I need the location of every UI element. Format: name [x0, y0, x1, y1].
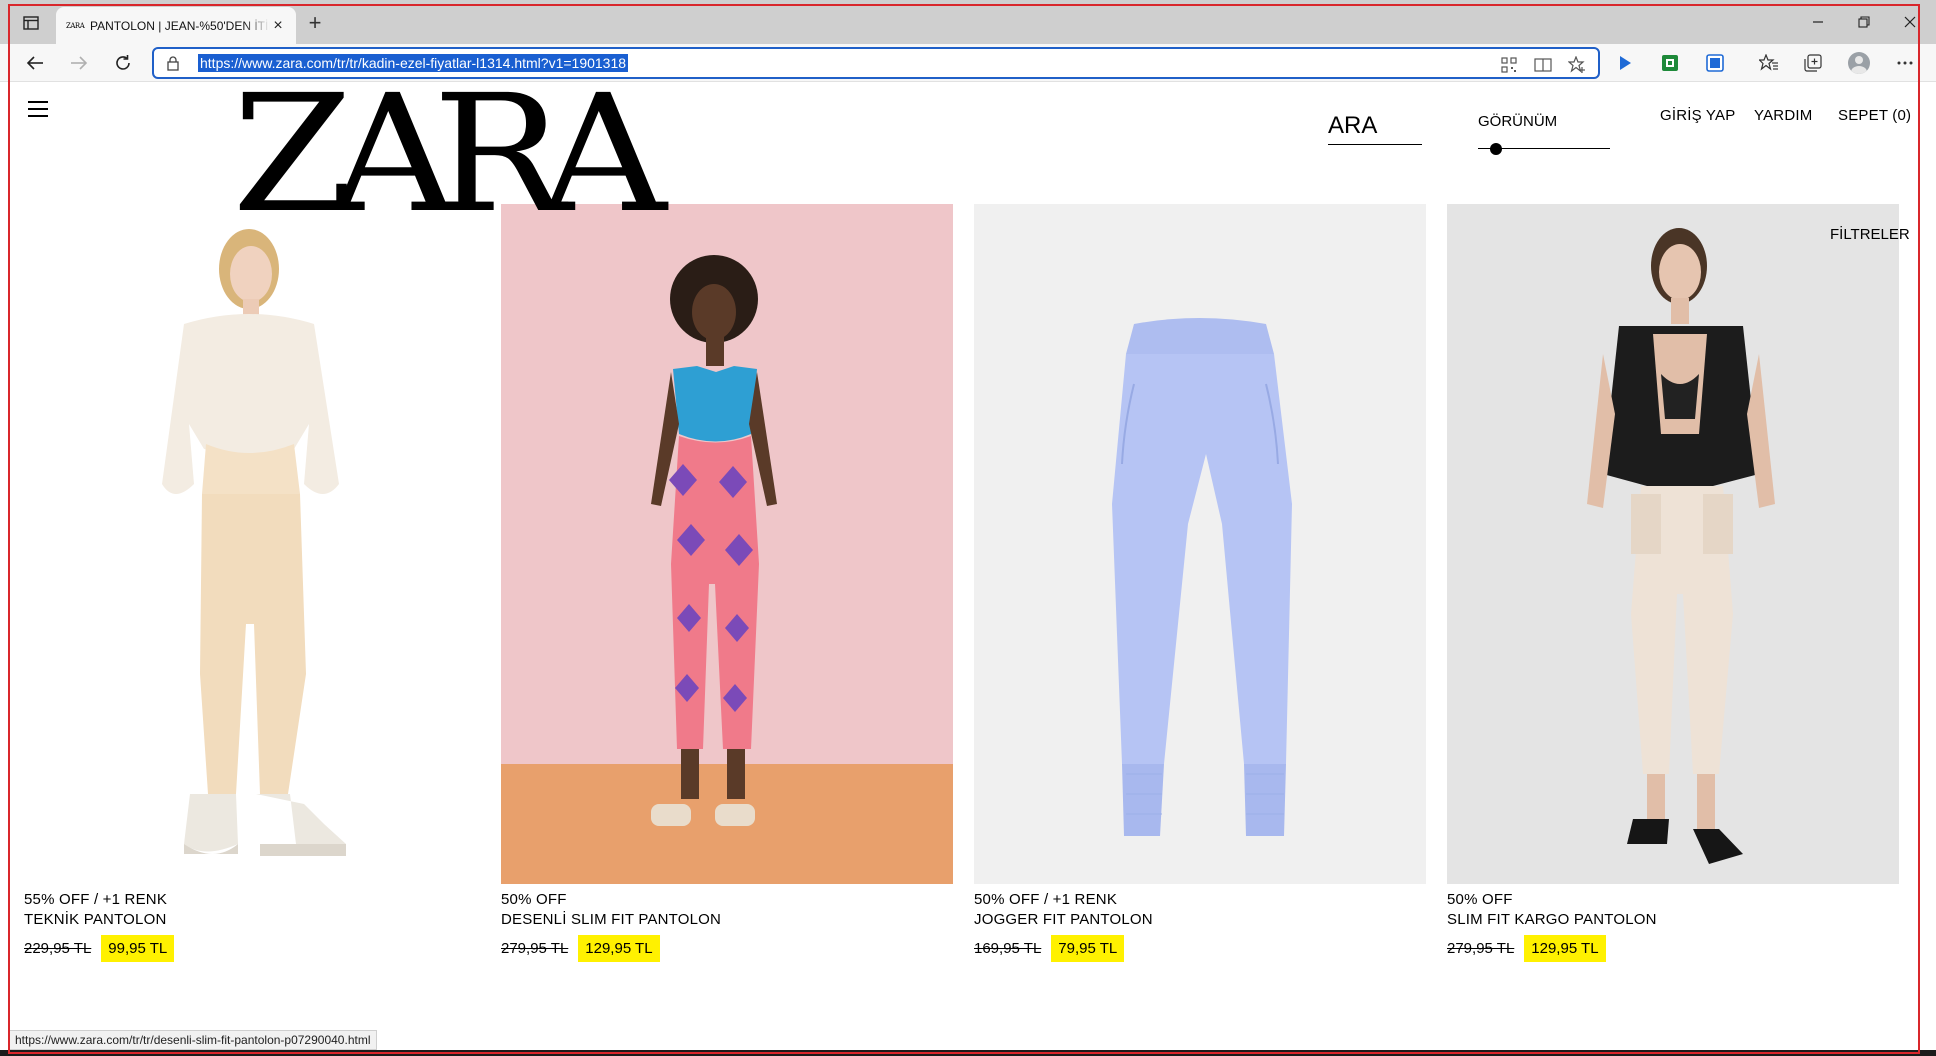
view-slider[interactable]: [1478, 142, 1610, 156]
green-extension-icon[interactable]: [1657, 50, 1683, 76]
cart-link[interactable]: SEPET (0): [1838, 107, 1911, 124]
lock-icon[interactable]: [166, 55, 180, 76]
menu-hamburger-icon[interactable]: [28, 101, 48, 117]
add-favorite-icon[interactable]: [1566, 55, 1588, 75]
old-price: 279,95 TL: [501, 939, 569, 957]
back-arrow-icon[interactable]: [20, 49, 50, 77]
play-extension-icon[interactable]: [1612, 50, 1638, 76]
old-price: 169,95 TL: [974, 939, 1042, 957]
restore-icon[interactable]: [1842, 8, 1886, 36]
refresh-icon[interactable]: [108, 49, 138, 77]
close-tab-icon[interactable]: ×: [270, 17, 286, 35]
product-name[interactable]: DESENLİ SLIM FIT PANTOLON: [501, 910, 953, 930]
product-badge: 50% OFF: [1447, 891, 1513, 908]
product-image[interactable]: [1447, 204, 1899, 884]
product-name[interactable]: TEKNİK PANTOLON: [24, 910, 476, 930]
tab-strip: ZARA PANTOLON | JEAN-%50'DEN İTİBAREN × …: [0, 0, 1936, 44]
product-card[interactable]: 50% OFF SLIM FIT KARGO PANTOLON 279,95 T…: [1447, 204, 1899, 962]
help-link[interactable]: YARDIM: [1754, 107, 1812, 124]
product-image[interactable]: [974, 204, 1426, 884]
woman-cream-outfit-image: [162, 229, 346, 856]
sale-price: 129,95 TL: [1524, 934, 1606, 962]
old-price: 279,95 TL: [1447, 939, 1515, 957]
reader-view-icon[interactable]: [1532, 55, 1554, 75]
product-badge: 55% OFF / +1 RENK: [24, 891, 168, 908]
sale-price: 129,95 TL: [578, 934, 660, 962]
profile-avatar[interactable]: [1846, 50, 1872, 76]
status-bar-url: https://www.zara.com/tr/tr/desenli-slim-…: [8, 1030, 378, 1050]
tab-title: PANTOLON | JEAN-%50'DEN İTİBAREN: [90, 18, 270, 33]
tab-actions-icon[interactable]: [16, 10, 46, 36]
close-window-icon[interactable]: [1888, 8, 1932, 36]
sale-price: 99,95 TL: [101, 934, 175, 962]
zara-logo[interactable]: ZARA: [232, 74, 667, 236]
login-link[interactable]: GİRİŞ YAP: [1660, 107, 1735, 124]
minimize-icon[interactable]: [1796, 8, 1840, 36]
product-card[interactable]: 55% OFF / +1 RENK TEKNİK PANTOLON 229,95…: [24, 204, 476, 962]
zara-page: ZARA ARA GÖRÜNÜM GİRİŞ YAP YARDIM SEPET …: [0, 74, 1936, 1056]
favorites-icon[interactable]: [1756, 50, 1782, 76]
zara-favicon-icon: ZARA: [66, 21, 85, 30]
product-badge: 50% OFF / +1 RENK: [974, 891, 1118, 908]
product-image[interactable]: [24, 204, 476, 884]
tab-active[interactable]: ZARA PANTOLON | JEAN-%50'DEN İTİBAREN ×: [56, 7, 296, 44]
product-card[interactable]: 50% OFF DESENLİ SLIM FIT PANTOLON 279,95…: [501, 204, 953, 962]
product-image[interactable]: [501, 204, 953, 884]
collections-icon[interactable]: [1800, 50, 1826, 76]
forward-arrow-icon[interactable]: [64, 49, 94, 77]
taskbar: [0, 1050, 1936, 1056]
product-badge: 50% OFF: [501, 891, 567, 908]
search-input[interactable]: ARA: [1328, 111, 1422, 145]
more-menu-icon[interactable]: [1892, 50, 1918, 76]
product-name[interactable]: JOGGER FIT PANTOLON: [974, 910, 1426, 930]
view-label: GÖRÜNÜM: [1478, 113, 1558, 130]
woman-black-vest-image: [1587, 228, 1775, 864]
woman-patterned-pants-image: [501, 204, 953, 884]
sale-price: 79,95 TL: [1051, 934, 1125, 962]
search-label: ARA: [1328, 112, 1378, 139]
new-tab-button[interactable]: +: [302, 10, 328, 36]
product-card[interactable]: 50% OFF / +1 RENK JOGGER FIT PANTOLON 16…: [974, 204, 1426, 962]
browser-window: ZARA PANTOLON | JEAN-%50'DEN İTİBAREN × …: [0, 0, 1936, 1056]
product-name[interactable]: SLIM FIT KARGO PANTOLON: [1447, 910, 1899, 930]
ui-extension-icon[interactable]: [1702, 50, 1728, 76]
qr-code-icon[interactable]: [1498, 55, 1520, 75]
lilac-jogger-image: [1112, 318, 1292, 836]
old-price: 229,95 TL: [24, 939, 92, 957]
user-avatar-icon: [1848, 52, 1870, 74]
view-slider-knob[interactable]: [1490, 143, 1502, 155]
filters-button[interactable]: FİLTRELER: [1830, 226, 1910, 243]
